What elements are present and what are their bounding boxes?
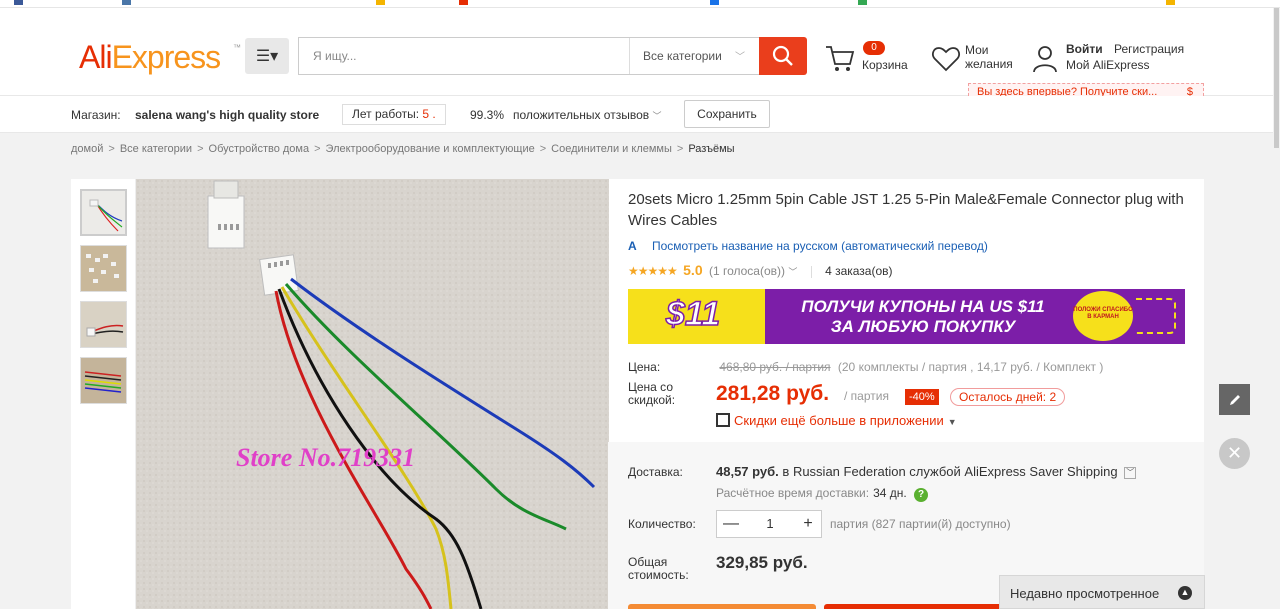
app-discount-link[interactable]: Скидки ещё больше в приложении ▼ [716,413,957,428]
quantity-increase-button[interactable]: + [795,511,821,537]
total-price: 329,85 руб. [716,553,808,572]
shipping-method[interactable]: 48,57 руб. в Russian Federation службой … [716,464,1137,479]
breadcrumb: домой > Все категории > Обустройство дома > Эл… [0,133,1280,166]
breadcrumb-current: Разъёмы [688,143,735,155]
product-info: 20sets Micro 1.25mm 5pin Cable JST 1.25 … [608,179,1204,609]
price-unit: / партия [844,389,889,403]
edit-tool-button[interactable] [1219,384,1250,415]
breadcrumb-link[interactable]: Электрооборудование и комплектующие > [326,143,552,155]
total-label: Общая стоимость: [628,555,689,582]
thumbnail-2[interactable] [80,245,127,292]
register-link[interactable]: Регистрация [1114,42,1184,56]
breadcrumb-link[interactable]: Все категории > [120,143,209,155]
thumbnail-strip [71,179,136,609]
shipping-label: Доставка: [628,465,683,479]
original-price-row: Цена: 468,80 руб. / партия (20 комплекты… [628,360,1104,374]
translate-icon: A [628,239,637,253]
heart-icon [932,47,960,72]
positive-feedback-dropdown[interactable]: положительных отзывов ﹀ [513,108,661,122]
quantity-label: Количество: [628,517,696,531]
close-icon: ✕ [1226,443,1243,463]
store-info-bar: Магазин: salena wang's high quality stor… [0,96,1280,133]
chevron-down-icon: ﹀ [652,111,662,121]
chevron-down-icon: ﹀ [1124,467,1137,479]
search-category-select[interactable]: Все категории ﹀ [629,38,759,74]
recently-viewed-panel[interactable]: Недавно просмотренное ▲ [999,575,1205,609]
account-area: Войти Регистрация Мой AliExpress [1032,41,1212,81]
hamburger-icon: ☰▾ [255,48,279,65]
star-rating-icon: ★★★★★ [628,264,678,278]
page-scrollbar[interactable] [1273,8,1280,609]
store-name-link[interactable]: salena wang's high quality store [135,108,319,122]
original-price: 468,80 руб. / партия [719,360,831,374]
quantity-decrease-button[interactable]: — [717,511,745,537]
help-icon[interactable]: ? [914,488,929,502]
coupon-text: ПОЛУЧИ КУПОНЫ НА US $11 ЗА ЛЮБУЮ ПОКУПКУ [801,297,1045,336]
cart-link[interactable]: 0 Корзина [824,41,924,81]
translate-title-link[interactable]: A Посмотреть название на русском (автома… [628,239,988,253]
store-label: Магазин: [71,108,121,122]
positive-feedback-percent: 99.3% [470,108,505,122]
rating-score: 5.0 [683,262,703,278]
coupon-amount: $11 [665,294,721,334]
cart-label: Корзина [862,58,908,72]
search-icon [772,45,793,66]
discount-price: 281,28 руб. [716,382,830,405]
thumbnail-3[interactable] [80,301,127,348]
original-price-details: (20 комплекты / партия , 14,17 руб. / Ко… [837,360,1104,374]
quantity-stepper: — 1 + [716,510,822,538]
wishlist-label: Мои желания [965,43,1013,71]
search-bar: Все категории ﹀ [298,37,760,75]
days-left-badge: Осталось дней: 2 [950,388,1066,406]
quantity-availability: партия (827 партии(й) доступно) [830,517,1011,531]
search-button[interactable] [759,37,807,75]
thumbnail-4[interactable] [80,357,127,404]
cart-count-badge: 0 [863,41,885,55]
store-years-badge: Лет работы: 5 . [342,104,446,125]
orders-count: 4 заказа(ов) [825,264,893,278]
product-title: 20sets Micro 1.25mm 5pin Cable JST 1.25 … [628,191,1184,229]
chevron-down-icon: ﹀ [735,52,745,63]
cart-icon [826,46,855,71]
breadcrumb-link[interactable]: домой > [71,143,120,155]
my-aliexpress-link[interactable]: Мой AliExpress [1066,58,1150,72]
breadcrumb-link[interactable]: Соединители и клеммы > [551,143,688,155]
close-tool-button[interactable]: ✕ [1219,438,1250,469]
rating-row: ★★★★★ 5.0 (1 голоса(ов)) ﹀ 4 заказа(ов) [628,262,893,278]
qr-code-icon [716,413,730,427]
buy-now-button[interactable] [628,604,816,609]
site-header: AliExpress™ ☰▾ Все категории ﹀ 0 Корзина… [0,8,1280,101]
thumbnail-1[interactable] [80,189,127,236]
coupon-banner[interactable]: $11 ПОЛУЧИ КУПОНЫ НА US $11 ЗА ЛЮБУЮ ПОК… [628,289,1185,344]
user-icon [1033,46,1057,73]
coupon-badge: ПОЛОЖИ СПАСИБО В КАРМАН [1073,291,1133,341]
chevron-up-icon: ▲ [1178,586,1192,600]
caret-down-icon: ▼ [947,417,957,427]
search-input[interactable] [299,38,619,74]
product-panel: Store No.719331 20sets Micro 1.25mm 5pin… [71,179,1204,609]
add-to-cart-button[interactable] [824,604,1012,609]
categories-menu-button[interactable]: ☰▾ [245,38,289,74]
wishlist-link[interactable]: Мои желания [931,42,1026,82]
browser-bookmarks-strip [0,0,1280,8]
quantity-input[interactable]: 1 [745,511,795,537]
login-link[interactable]: Войти [1066,42,1103,56]
pencil-icon [1229,394,1240,405]
watermark-text: Store No.719331 [236,443,415,472]
ticket-icon [1136,298,1176,334]
save-store-button[interactable]: Сохранить [684,100,770,128]
aliexpress-logo[interactable]: AliExpress ™ [79,39,241,76]
chevron-down-icon: ﹀ [788,267,798,277]
delivery-estimate: Расчётное время доставки: 34 дн. ? [716,486,929,502]
product-main-image[interactable]: Store No.719331 [136,179,609,609]
breadcrumb-link[interactable]: Обустройство дома > [209,143,326,155]
rating-votes-dropdown[interactable]: (1 голоса(ов)) ﹀ [709,264,797,278]
discount-badge: -40% [905,389,939,405]
